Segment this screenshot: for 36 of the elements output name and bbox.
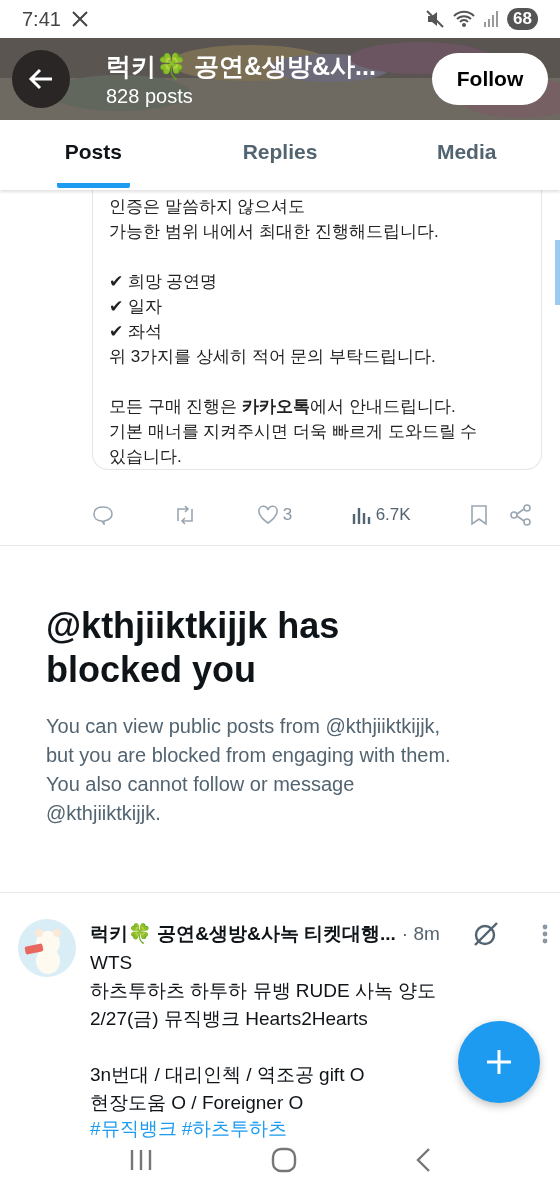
tab[interactable]: Media [373, 120, 560, 190]
post-count: 828 posts [106, 85, 194, 108]
post-paragraph: 모든 구매 진행은 카카오톡에서 안내드립니다. 기본 매너를 지켜주시면 더욱 빠르게 도와드릴 수 있습니다. [109, 396, 479, 468]
follow-button[interactable]: Follow [432, 53, 548, 105]
post-paragraph: 인증은 말씀하지 않으셔도 가능한 범위 내에서 최대한 진행해드립니다. [109, 196, 440, 243]
heart-icon[interactable] [256, 505, 279, 525]
wifi-icon [453, 10, 476, 28]
battery-level: 68 [507, 8, 538, 30]
back-arrow-icon [28, 68, 54, 90]
clock: 7:41 [22, 7, 61, 31]
reply-icon[interactable] [92, 505, 114, 525]
compose-button[interactable] [458, 1021, 540, 1103]
mute-icon [425, 9, 446, 29]
profile-name: 럭키🍀 공연&생방&사... [106, 51, 377, 82]
tab[interactable]: Posts [0, 120, 187, 190]
views-chart-icon[interactable] [351, 505, 372, 525]
plus-icon [485, 1048, 513, 1076]
post-text: WTS 하츠투하츠 하투하 뮤뱅 RUDE 사녹 양도 2/27(금) 뮤직뱅크 Hearts2Hearts 3n번대 / 대리인첵 / 역조공 gift O 현장도움 O / Foreigner O [90, 951, 437, 1115]
like-count: 3 [282, 505, 293, 525]
post-paragraph: ✔ 희망 공연명 ✔ 일자 ✔ 좌석 위 3가지를 상세히 적어 문의 부탁드립니다. [109, 271, 437, 368]
author-name[interactable]: 럭키🍀 공연&생방&사녹 티켓대행... [90, 921, 396, 947]
share-icon[interactable] [510, 504, 532, 526]
circle-slash-icon[interactable] [472, 920, 500, 948]
x-logo-icon [70, 10, 89, 28]
tab[interactable]: Replies [186, 120, 374, 190]
recent-apps-icon[interactable] [129, 1148, 153, 1172]
bookmark-icon[interactable] [470, 504, 488, 526]
post-time: · 8m [401, 923, 440, 945]
signal-icon [483, 10, 500, 28]
blocked-title: @kthjiiktkijjk has blocked you [46, 604, 341, 692]
back-icon[interactable] [415, 1147, 431, 1173]
more-icon[interactable] [542, 924, 548, 944]
view-count: 6.7K [375, 505, 411, 525]
home-icon[interactable] [271, 1147, 297, 1173]
scrollbar [555, 240, 560, 305]
blocked-message: You can view public posts from @kthjiiktkijjk, but you are blocked from engaging with them. You also cannot follow or message @kthjiiktkijjk. [46, 714, 452, 826]
